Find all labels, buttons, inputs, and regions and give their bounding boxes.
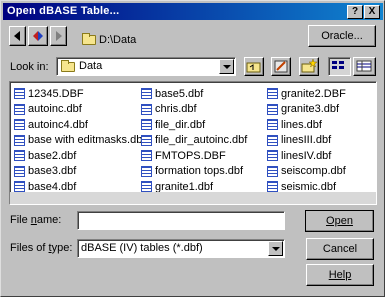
filename-label: File name: bbox=[10, 214, 62, 226]
file-item[interactable]: base2.dbf bbox=[14, 148, 145, 164]
filetype-value: dBASE (IV) tables (*.dbf) bbox=[81, 242, 203, 254]
dbf-file-icon bbox=[267, 181, 278, 193]
lookin-value: Data bbox=[79, 60, 103, 72]
dbf-file-icon bbox=[141, 181, 152, 193]
file-item[interactable]: granite2.DBF bbox=[267, 86, 346, 102]
dbf-file-icon bbox=[267, 119, 278, 131]
dbf-file-icon bbox=[14, 88, 25, 100]
dbf-file-icon bbox=[141, 150, 152, 162]
dbf-file-icon bbox=[14, 181, 25, 193]
lookin-combo[interactable]: Data bbox=[56, 57, 236, 76]
list-view-icon bbox=[332, 61, 344, 69]
cancel-button-label: Cancel bbox=[322, 243, 358, 255]
file-item[interactable]: file_dir.dbf bbox=[141, 117, 247, 133]
dbf-file-icon bbox=[141, 165, 152, 177]
file-item[interactable]: FMTOPS.DBF bbox=[141, 148, 247, 164]
back-arrow-icon bbox=[14, 31, 20, 41]
help-title-button[interactable]: ? bbox=[347, 5, 363, 19]
filename-input[interactable] bbox=[77, 211, 285, 230]
file-item[interactable]: file_dir_autoinc.dbf bbox=[141, 133, 247, 149]
history-arrows-icon bbox=[33, 31, 43, 41]
back-button[interactable] bbox=[9, 26, 26, 46]
open-button-label: Open bbox=[326, 215, 353, 227]
history-button[interactable] bbox=[28, 26, 48, 46]
close-icon: X bbox=[368, 6, 376, 17]
help-button-label: Help bbox=[328, 269, 352, 281]
dbf-file-icon bbox=[267, 103, 278, 115]
cancel-button[interactable]: Cancel bbox=[306, 238, 374, 260]
dbf-file-icon bbox=[14, 134, 25, 146]
file-item[interactable]: chris.dbf bbox=[141, 102, 247, 118]
file-item[interactable]: lines.dbf bbox=[267, 117, 346, 133]
dbf-file-icon bbox=[267, 134, 278, 146]
lookin-folder-icon bbox=[61, 60, 75, 72]
dbf-file-icon bbox=[14, 150, 25, 162]
file-item[interactable]: base with editmasks.dbf bbox=[14, 133, 145, 149]
oracle-button[interactable]: Oracle... bbox=[308, 25, 376, 47]
file-item[interactable]: linesIV.dbf bbox=[267, 148, 346, 164]
details-view-icon bbox=[356, 60, 372, 72]
forward-button[interactable] bbox=[50, 26, 67, 46]
filetype-combo[interactable]: dBASE (IV) tables (*.dbf) bbox=[77, 239, 285, 258]
horizontal-scrollbar[interactable] bbox=[10, 192, 376, 204]
filetype-dropdown-arrow[interactable] bbox=[268, 241, 283, 256]
lookin-dropdown-arrow[interactable] bbox=[219, 59, 234, 74]
close-title-button[interactable]: X bbox=[364, 5, 380, 19]
window-title: Open dBASE Table... bbox=[7, 5, 120, 17]
file-item[interactable]: autoinc.dbf bbox=[14, 102, 145, 118]
filetype-label: Files of type: bbox=[10, 242, 73, 254]
title-bar[interactable]: Open dBASE Table... ? X bbox=[3, 3, 383, 20]
dbf-file-icon bbox=[14, 119, 25, 131]
file-item[interactable]: linesIII.dbf bbox=[267, 133, 346, 149]
details-view-button[interactable] bbox=[353, 57, 376, 76]
favorites-icon bbox=[274, 60, 288, 73]
file-column-3: granite2.DBF granite3.dbf lines.dbf line… bbox=[267, 86, 346, 195]
file-column-2: base5.dbf chris.dbf file_dir.dbf file_di… bbox=[141, 86, 247, 195]
file-item[interactable]: base3.dbf bbox=[14, 164, 145, 180]
open-button[interactable]: Open bbox=[305, 210, 374, 232]
new-folder-button[interactable] bbox=[299, 57, 319, 76]
oracle-button-label: Oracle... bbox=[321, 30, 363, 42]
help-icon: ? bbox=[351, 6, 359, 17]
list-view-button[interactable] bbox=[328, 57, 351, 76]
dbf-file-icon bbox=[141, 88, 152, 100]
file-item[interactable]: granite3.dbf bbox=[267, 102, 346, 118]
file-item[interactable]: formation tops.dbf bbox=[141, 164, 247, 180]
up-folder-icon bbox=[246, 62, 261, 73]
forward-arrow-icon bbox=[56, 31, 62, 41]
dbf-file-icon bbox=[267, 88, 278, 100]
dbf-file-icon bbox=[141, 119, 152, 131]
open-dbase-dialog: Open dBASE Table... ? X D:\Data Oracle..… bbox=[0, 0, 385, 297]
new-folder-icon bbox=[301, 58, 318, 73]
lookin-label: Look in: bbox=[10, 61, 49, 73]
file-item[interactable]: 12345.DBF bbox=[14, 86, 145, 102]
dbf-file-icon bbox=[141, 103, 152, 115]
file-item[interactable]: base5.dbf bbox=[141, 86, 247, 102]
dbf-file-icon bbox=[14, 103, 25, 115]
file-list[interactable]: 12345.DBF autoinc.dbf autoinc4.dbf base … bbox=[9, 81, 377, 205]
dbf-file-icon bbox=[267, 150, 278, 162]
current-path: D:\Data bbox=[99, 34, 137, 46]
file-item[interactable]: seiscomp.dbf bbox=[267, 164, 346, 180]
folder-icon bbox=[82, 33, 96, 45]
dbf-file-icon bbox=[14, 165, 25, 177]
file-column-1: 12345.DBF autoinc.dbf autoinc4.dbf base … bbox=[14, 86, 145, 195]
up-folder-button[interactable] bbox=[244, 57, 264, 76]
help-button[interactable]: Help bbox=[306, 264, 374, 286]
file-item[interactable]: autoinc4.dbf bbox=[14, 117, 145, 133]
dbf-file-icon bbox=[141, 134, 152, 146]
favorites-button[interactable] bbox=[271, 57, 291, 76]
dbf-file-icon bbox=[267, 165, 278, 177]
